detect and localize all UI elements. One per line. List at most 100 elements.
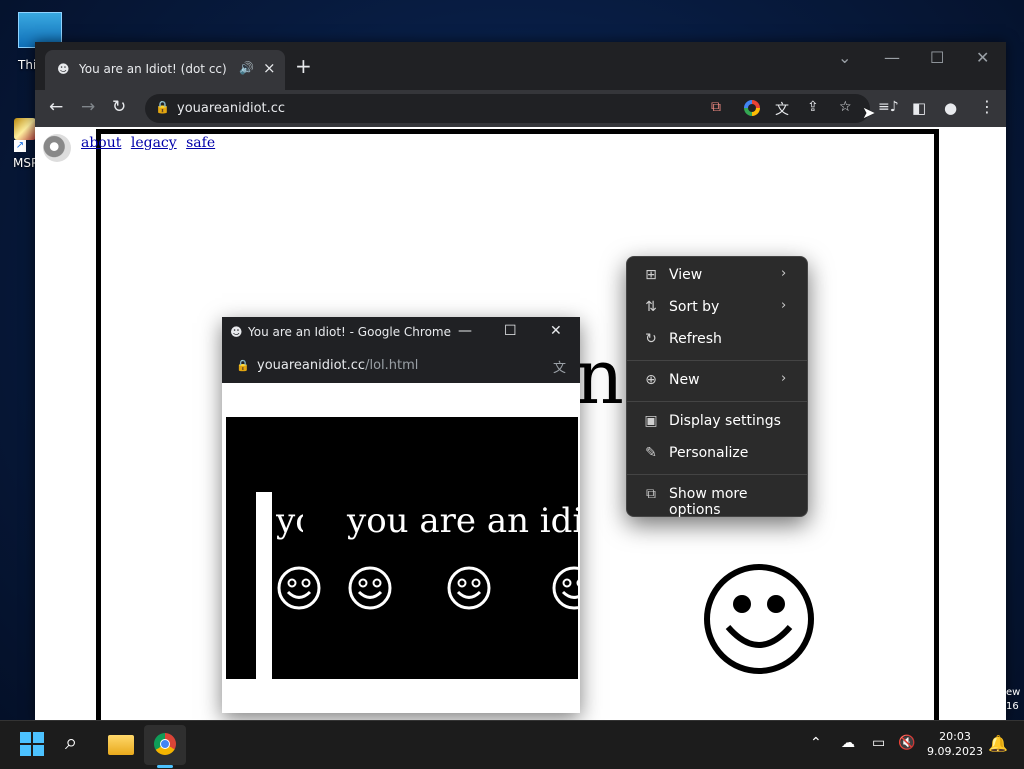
edge-text-line: ew <box>1006 687 1021 698</box>
address-url[interactable]: youareanidiot.cc <box>177 101 285 116</box>
search-icon[interactable]: ⌕ <box>65 730 77 755</box>
translate-icon[interactable]: 文 <box>553 357 566 376</box>
chrome-icon[interactable] <box>154 733 176 755</box>
brush-icon: ✎ <box>645 445 657 461</box>
clock[interactable]: 20:03 9.09.2023 <box>926 729 984 759</box>
file-explorer-icon[interactable] <box>108 735 134 755</box>
shortcut-arrow-icon: ↗ <box>14 140 26 152</box>
smiley-icon <box>348 566 392 610</box>
white-strip <box>256 492 272 679</box>
menu-item-label: Personalize <box>669 445 749 461</box>
this-pc-label: Thi <box>18 58 37 72</box>
more-options-icon: ⧉ <box>646 486 656 502</box>
popup-url[interactable]: youareanidiot.cc/lol.html <box>257 358 418 373</box>
safe-link[interactable]: safe <box>186 135 215 151</box>
address-bar[interactable]: 🔒 youareanidiot.cc ⧉ 文 ⇪ ☆ <box>145 94 870 123</box>
smiley-icon <box>552 566 578 610</box>
menu-item-label: Display settings <box>669 413 781 429</box>
chevron-right-icon: › <box>781 298 787 313</box>
menu-item-display-settings[interactable]: ▣ Display settings <box>631 407 801 437</box>
popup-titlebar: ☻ You are an Idiot! - Google Chrome — ☐ … <box>222 317 580 349</box>
menu-separator <box>627 474 807 475</box>
lock-icon: 🔒 <box>236 359 250 372</box>
menu-item-label: Show more options <box>669 486 748 518</box>
back-arrow-icon[interactable]: ← <box>49 97 63 117</box>
tab-title: You are an Idiot! (dot cc) <box>79 62 227 76</box>
menu-item-view[interactable]: ⊞ View › <box>631 261 801 291</box>
popup-maximize-button[interactable]: ☐ <box>504 323 517 339</box>
audio-playing-icon[interactable]: 🔊 <box>239 61 254 75</box>
browser-toolbar: ← → ↻ 🔒 youareanidiot.cc ⧉ 文 ⇪ ☆ ≡♪ ◧ ● … <box>35 90 1006 127</box>
notification-bell-icon[interactable]: 🔔 <box>988 734 1008 753</box>
grid-icon: ⊞ <box>645 267 657 283</box>
menu-item-personalize[interactable]: ✎ Personalize <box>631 439 801 469</box>
chevron-right-icon: › <box>781 266 787 281</box>
menu-item-label: Refresh <box>669 331 722 347</box>
mouse-cursor-icon: ➤ <box>862 103 876 122</box>
menu-kebab-icon[interactable]: ⋮ <box>979 97 995 116</box>
smiley-favicon-icon: ☻ <box>230 325 243 339</box>
page-links: about legacy safe <box>81 135 220 151</box>
menu-separator <box>627 360 807 361</box>
media-control-icon[interactable]: ≡♪ <box>878 99 899 115</box>
about-link[interactable]: about <box>81 135 121 151</box>
edge-text-line: 16 <box>1006 701 1019 712</box>
network-icon[interactable]: ▭ <box>872 735 885 751</box>
popup-title: You are an Idiot! - Google Chrome <box>248 325 451 339</box>
edge-text: ew 16 <box>1006 686 1020 714</box>
lock-icon[interactable]: 🔒 <box>155 100 170 114</box>
maximize-button[interactable]: ☐ <box>930 48 944 67</box>
tab-close-icon[interactable]: × <box>263 59 276 77</box>
legacy-link[interactable]: legacy <box>131 135 177 151</box>
tab-youareanidiot[interactable]: ☻ You are an Idiot! (dot cc) 🔊 × <box>45 50 285 90</box>
smiley-favicon-icon: ☻ <box>57 62 70 76</box>
taskbar: ⌕ ⌃ ☁ ▭ 🔇 20:03 9.09.2023 🔔 <box>0 720 1024 769</box>
speaker-icon[interactable] <box>43 134 71 162</box>
popup-close-button[interactable]: ✕ <box>550 323 562 339</box>
show-hidden-icons-chevron-icon[interactable]: ⌃ <box>810 735 822 751</box>
popup-window: ☻ You are an Idiot! - Google Chrome — ☐ … <box>222 317 580 713</box>
start-windows-icon[interactable] <box>20 732 44 756</box>
side-panel-icon[interactable]: ◧ <box>912 99 926 117</box>
desktop-context-menu: ⊞ View › ⇅ Sort by › ↻ Refresh ⊕ New › ▣… <box>626 256 808 518</box>
bookmark-star-icon[interactable]: ☆ <box>839 99 852 115</box>
msp-app-icon[interactable] <box>14 118 36 140</box>
partial-idiot-text: yo <box>276 501 303 541</box>
popup-address-bar[interactable]: 🔒 youareanidiot.cc/lol.html 文 <box>222 349 580 383</box>
chevron-right-icon: › <box>781 371 787 386</box>
popup-blocked-icon[interactable]: ⧉ <box>711 99 721 115</box>
menu-item-refresh[interactable]: ↻ Refresh <box>631 325 801 355</box>
menu-item-label: New <box>669 372 700 388</box>
idiot-text: you are an idiot <box>347 501 578 541</box>
clock-date: 9.09.2023 <box>927 745 983 758</box>
clock-time: 20:03 <box>939 730 971 743</box>
reload-icon[interactable]: ↻ <box>112 97 126 117</box>
smiley-icon <box>277 566 321 610</box>
close-window-button[interactable]: ✕ <box>976 48 989 67</box>
share-icon[interactable]: ⇪ <box>807 99 819 115</box>
menu-item-label: View <box>669 267 703 283</box>
menu-item-label: Sort by <box>669 299 720 315</box>
sort-icon: ⇅ <box>645 299 657 315</box>
translate-icon[interactable]: 文 <box>775 99 789 119</box>
forward-arrow-icon[interactable]: → <box>81 97 95 117</box>
tab-search-icon[interactable]: ⌄ <box>838 48 851 67</box>
refresh-icon: ↻ <box>645 331 657 347</box>
tab-strip: ☻ You are an Idiot! (dot cc) 🔊 × + ⌄ — ☐… <box>35 42 1006 90</box>
menu-item-show-more-options[interactable]: ⧉ Show more options <box>631 480 801 518</box>
display-icon: ▣ <box>644 413 658 429</box>
minimize-button[interactable]: — <box>884 48 900 67</box>
plus-circle-icon: ⊕ <box>645 372 657 388</box>
google-lens-icon[interactable] <box>744 100 760 116</box>
volume-muted-icon[interactable]: 🔇 <box>898 735 915 751</box>
menu-item-sort-by[interactable]: ⇅ Sort by › <box>631 293 801 323</box>
profile-icon[interactable]: ● <box>944 99 957 117</box>
menu-separator <box>627 401 807 402</box>
menu-item-new[interactable]: ⊕ New › <box>631 366 801 396</box>
onedrive-off-icon[interactable]: ☁ <box>841 735 855 751</box>
popup-content: yo you are an idiot <box>226 417 578 679</box>
large-smiley-icon <box>704 564 814 674</box>
new-tab-button[interactable]: + <box>295 54 312 78</box>
smiley-icon <box>447 566 491 610</box>
popup-minimize-button[interactable]: — <box>458 323 472 339</box>
